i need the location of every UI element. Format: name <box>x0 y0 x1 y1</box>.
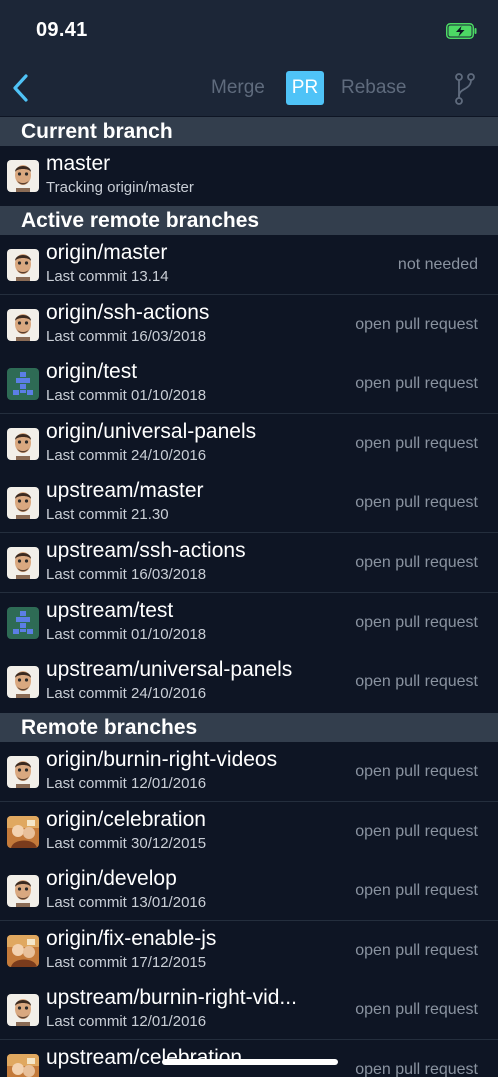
status-bar: 09.41 <box>0 0 498 60</box>
branch-row[interactable]: origin/celebration Last commit 30/12/201… <box>0 801 498 862</box>
open-pull-request-button[interactable]: open pull request <box>355 316 478 334</box>
avatar <box>7 308 39 341</box>
avatar <box>7 756 39 788</box>
branch-subtitle: Last commit 16/03/2018 <box>46 566 207 583</box>
home-indicator <box>162 1059 338 1065</box>
branch-name: master <box>46 152 111 175</box>
status-label: not needed <box>397 256 478 273</box>
segment-merge[interactable]: Merge <box>211 71 265 105</box>
branch-name: origin/universal-panels <box>46 419 257 443</box>
branch-name: upstream/celebration <box>46 1046 243 1069</box>
branch-subtitle: Last commit 16/03/2018 <box>46 327 207 345</box>
branch-name: upstream/master <box>46 479 204 503</box>
open-pull-request-button[interactable]: open pull request <box>355 673 478 691</box>
avatar <box>7 249 39 281</box>
branch-row[interactable]: upstream/ssh-actions Last commit 16/03/2… <box>0 533 498 593</box>
open-pull-request-button[interactable]: open pull request <box>355 942 478 960</box>
branch-name: origin/celebration <box>46 807 206 831</box>
branch-subtitle: Last commit 12/01/2016 <box>46 1013 207 1031</box>
branch-subtitle: Last commit 24/10/2016 <box>46 685 207 703</box>
branch-subtitle: Last commit 21.30 <box>46 506 169 524</box>
avatar <box>7 1054 39 1077</box>
open-pull-request-button[interactable]: open pull request <box>355 882 478 900</box>
branch-subtitle: Tracking origin/master <box>46 179 194 196</box>
branch-row[interactable]: origin/ssh-actions Last commit 16/03/201… <box>0 294 498 355</box>
branch-name: origin/burnin-right-videos <box>46 748 278 771</box>
avatar <box>7 815 39 848</box>
status-time: 09.41 <box>36 19 88 41</box>
branch-subtitle: Last commit 13.14 <box>46 268 169 285</box>
open-pull-request-button[interactable]: open pull request <box>355 1001 478 1019</box>
branch-subtitle: Last commit 24/10/2016 <box>46 446 207 464</box>
branch-name: origin/fix-enable-js <box>46 926 217 950</box>
avatar <box>7 994 39 1027</box>
branch-row[interactable]: master Tracking origin/master <box>0 146 498 206</box>
branch-row[interactable]: upstream/universal-panels Last commit 24… <box>0 652 498 713</box>
avatar <box>7 487 39 520</box>
open-pull-request-button[interactable]: open pull request <box>355 435 478 453</box>
open-pull-request-button[interactable]: open pull request <box>355 554 478 572</box>
segment-rebase[interactable]: Rebase <box>341 71 407 105</box>
section-header-active: Active remote branches <box>0 206 498 235</box>
screen: 09.41 Merge PR Rebase Current branch mas… <box>0 0 498 1077</box>
branch-row[interactable]: origin/develop Last commit 13/01/2016 op… <box>0 861 498 922</box>
branch-row[interactable]: origin/burnin-right-videos Last commit 1… <box>0 742 498 802</box>
open-pull-request-button[interactable]: open pull request <box>355 763 478 781</box>
nav-bar: Merge PR Rebase <box>0 60 498 116</box>
branch-row[interactable]: origin/universal-panels Last commit 24/1… <box>0 413 498 474</box>
branch-row[interactable]: origin/master Last commit 13.14 not need… <box>0 235 498 295</box>
avatar <box>7 427 39 460</box>
open-pull-request-button[interactable]: open pull request <box>355 1061 478 1077</box>
avatar <box>7 606 39 639</box>
open-pull-request-button[interactable]: open pull request <box>355 614 478 632</box>
open-pull-request-button[interactable]: open pull request <box>355 823 478 841</box>
avatar <box>7 368 39 401</box>
segment-pr[interactable]: PR <box>286 71 324 105</box>
section-title: Active remote branches <box>21 209 260 232</box>
avatar <box>7 875 39 908</box>
open-pull-request-button[interactable]: open pull request <box>355 375 478 393</box>
open-pull-request-button[interactable]: open pull request <box>355 494 478 512</box>
section-title: Remote branches <box>21 716 198 739</box>
branch-row[interactable]: upstream/burnin-right-vid... Last commit… <box>0 980 498 1041</box>
branch-row[interactable]: upstream/test Last commit 01/10/2018 ope… <box>0 592 498 653</box>
branch-subtitle: Last commit 12/01/2016 <box>46 775 207 792</box>
branch-row[interactable]: origin/test Last commit 01/10/2018 open … <box>0 354 498 415</box>
branch-name: upstream/ssh-actions <box>46 539 246 562</box>
branch-subtitle: Last commit 01/10/2018 <box>46 625 207 643</box>
branch-subtitle: Last commit 01/10/2018 <box>46 387 207 405</box>
back-chevron-icon[interactable] <box>8 70 36 106</box>
branch-subtitle: Last commit 30/12/2015 <box>46 834 207 852</box>
branch-name: origin/test <box>46 360 138 384</box>
branch-name: origin/master <box>46 241 168 264</box>
battery-charging-icon <box>446 23 477 39</box>
branch-subtitle: Last commit 13/01/2016 <box>46 894 207 912</box>
section-header-current: Current branch <box>0 117 498 146</box>
avatar <box>7 666 39 699</box>
avatar <box>7 934 39 967</box>
branch-subtitle: Last commit 17/12/2015 <box>46 953 207 971</box>
branch-row[interactable]: upstream/master Last commit 21.30 open p… <box>0 473 498 534</box>
section-title: Current branch <box>21 120 173 143</box>
git-branch-icon[interactable] <box>452 72 478 106</box>
branch-name: upstream/burnin-right-vid... <box>46 986 297 1010</box>
branch-name: origin/develop <box>46 867 177 891</box>
branch-name: upstream/test <box>46 598 174 622</box>
branch-row[interactable]: origin/fix-enable-js Last commit 17/12/2… <box>0 920 498 981</box>
branch-name: upstream/universal-panels <box>46 658 293 682</box>
avatar <box>7 160 39 192</box>
branch-name: origin/ssh-actions <box>46 300 210 324</box>
avatar <box>7 547 39 579</box>
section-header-remote: Remote branches <box>0 713 498 742</box>
